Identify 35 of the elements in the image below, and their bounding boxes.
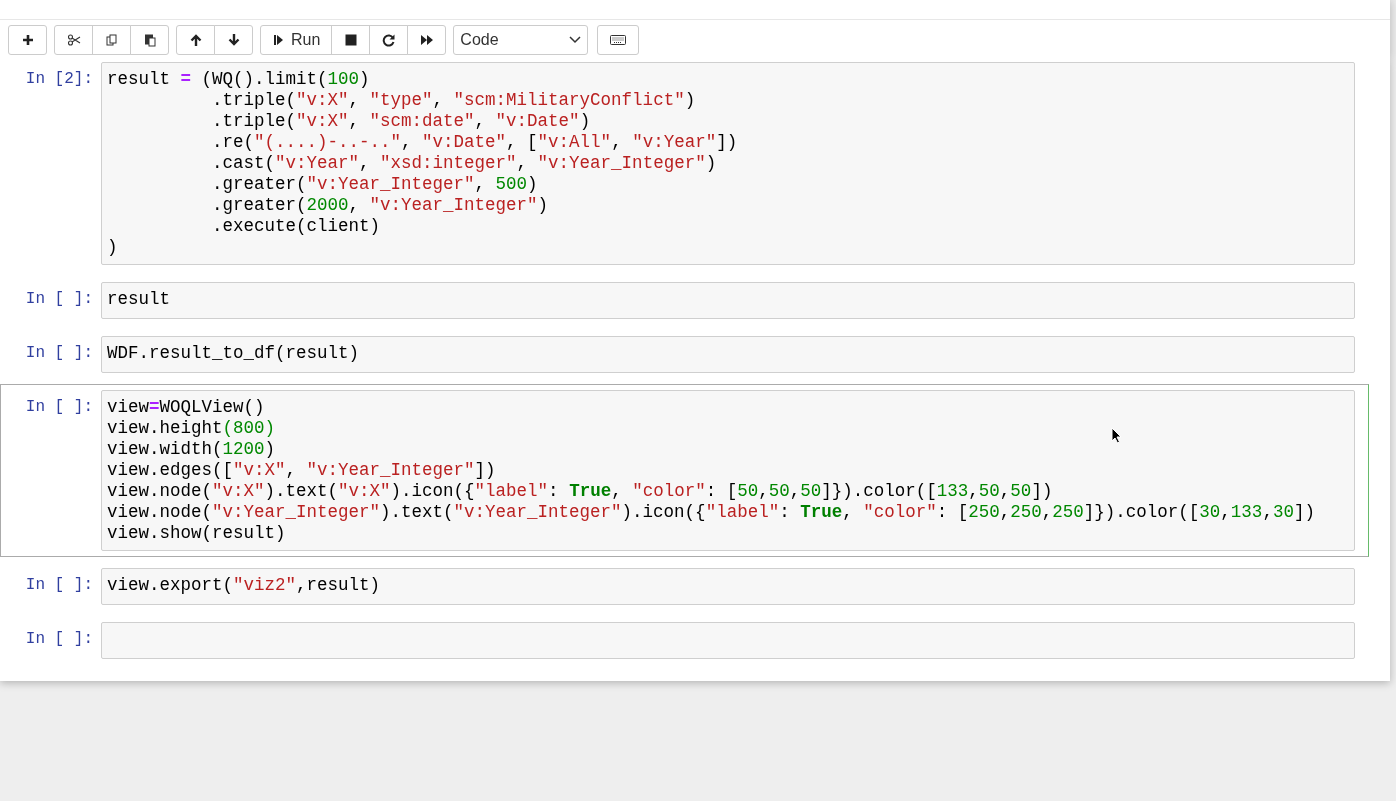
toolbar-button[interactable] [214, 25, 253, 55]
code-input[interactable]: WDF.result_to_df(result) [101, 336, 1355, 373]
stop-icon [343, 33, 358, 47]
input-prompt: In [ ]: [24, 575, 94, 596]
plus-icon [20, 33, 35, 47]
input-prompt: In [ ]: [24, 289, 94, 310]
input-prompt: In [2]: [24, 69, 94, 90]
toolbar-button[interactable] [54, 25, 93, 55]
toolbar-button[interactable] [176, 25, 215, 55]
code-input[interactable]: result = (WQ().limit(100) .triple("v:X", "type", "scm:MilitaryConflict") .triple("v:X", "scm:date", "v:Date") .re("(....)-..-..", "v:Date", ["v:All", "v:Year"]) .cast("v:Year", "xsd:integer", "v:Year_Integer") .greater("v:Year_Integer", 500) .greater(2000, "v:Year_Integer") .execute(client) ) [101, 62, 1355, 265]
clipboard-icon [142, 33, 157, 47]
toolbar-button[interactable] [8, 25, 47, 55]
keyboard-icon [610, 33, 627, 47]
code-input[interactable] [101, 622, 1355, 659]
restart-icon [381, 33, 396, 47]
cell-type-dropdown[interactable]: Code [453, 25, 589, 55]
scissors-icon [66, 33, 81, 47]
run-button[interactable]: Run [260, 25, 333, 55]
toolbar-button[interactable] [407, 25, 447, 55]
arrow-down-icon [226, 33, 241, 47]
toolbar-button[interactable] [130, 25, 169, 55]
code-input[interactable]: view.export("viz2",result) [101, 568, 1355, 605]
code-input[interactable]: view=WOQLView() view.height(800) view.width(1200) view.edges(["v:X", "v:Year_Integer"]) view.node("v:X").text("v:X").icon({"label": True, "color": [50,50,50]}).color([133,50,50]) view.node("v:Year_Integer").text("v:Year_Integer").icon({"label": True, "color": [250,250,250]}).color([30,133,30]) view.show(result) [101, 390, 1355, 551]
chevron-down-icon [569, 36, 582, 44]
input-prompt: In [ ]: [24, 397, 94, 418]
input-prompt: In [ ]: [24, 629, 94, 650]
arrow-up-icon [188, 33, 203, 47]
mouse-pointer-icon [1111, 427, 1122, 444]
copy-icon [104, 33, 119, 47]
toolbar-button[interactable] [331, 25, 371, 55]
toolbar-button[interactable] [369, 25, 409, 55]
code-input[interactable]: result [101, 282, 1355, 319]
keyboard-button[interactable] [597, 25, 640, 55]
input-prompt: In [ ]: [24, 343, 94, 364]
fast-forward-icon [419, 33, 434, 47]
